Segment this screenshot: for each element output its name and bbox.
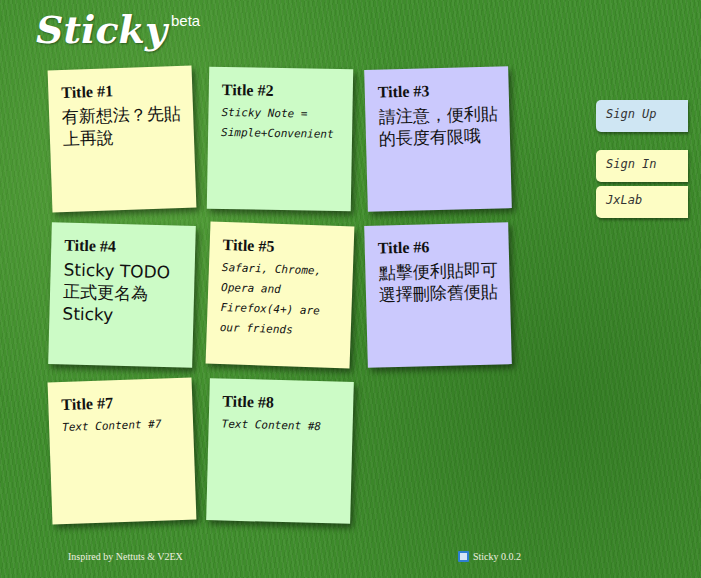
note-title: Title #5 xyxy=(222,236,342,258)
note-title: Title #8 xyxy=(222,392,341,413)
page: StickybetaTitle #1有新想法？先貼上再說Title #2Stic… xyxy=(0,0,701,578)
version-info: Sticky 0.0.2 xyxy=(458,551,521,562)
sticky-note[interactable]: Title #1有新想法？先貼上再說 xyxy=(48,66,197,213)
app-icon xyxy=(458,551,469,562)
side-menu: Sign Up Sign In JxLab xyxy=(596,100,688,218)
main: Title #1有新想法？先貼上再說Title #2Sticky Note = … xyxy=(0,60,701,522)
sticky-note[interactable]: Title #6點擊便利貼即可選擇刪除舊便貼 xyxy=(364,222,512,368)
note-title: Title #4 xyxy=(64,236,183,257)
note-title: Title #1 xyxy=(61,80,181,102)
header: Stickybeta xyxy=(0,0,701,60)
note-content: 請注意，便利貼的長度有限哦 xyxy=(378,102,498,149)
note-content: 有新想法？先貼上再說 xyxy=(62,102,182,150)
side-button[interactable]: JxLab xyxy=(596,186,688,218)
note-title: Title #3 xyxy=(378,80,497,101)
note-content: 點擊便利貼即可選擇刪除舊便貼 xyxy=(378,258,498,305)
footer: Inspired by Nettuts & V2EX Sticky 0.0.2 xyxy=(0,551,701,578)
sticky-note[interactable]: Title #2Sticky Note = Simple+Convenient xyxy=(207,67,353,211)
sticky-note[interactable]: Title #5Safari, Chrome, Opera and Firefo… xyxy=(206,222,355,369)
note-title: Title #6 xyxy=(378,236,497,257)
credit-text: Inspired by Nettuts & V2EX xyxy=(68,551,183,562)
sticky-note[interactable]: Title #8Text Content #8 xyxy=(206,378,354,524)
note-content: Sticky Note = Simple+Convenient xyxy=(221,103,341,145)
note-title: Title #2 xyxy=(222,81,341,101)
note-content: Sticky TODO正式更名為Sticky xyxy=(62,258,183,327)
side-button[interactable]: Sign Up xyxy=(596,100,688,132)
beta-badge: beta xyxy=(171,12,200,29)
sticky-note[interactable]: Title #4Sticky TODO正式更名為Sticky xyxy=(48,222,196,368)
note-title: Title #7 xyxy=(61,392,181,414)
note-content: Text Content #8 xyxy=(221,414,340,437)
notes-board: Title #1有新想法？先貼上再說Title #2Sticky Note = … xyxy=(50,68,510,522)
logo[interactable]: Sticky xyxy=(36,8,167,52)
sticky-note[interactable]: Title #7Text Content #7 xyxy=(48,378,197,525)
note-content: Safari, Chrome, Opera and Firefox(4+) ar… xyxy=(219,258,341,342)
side-button[interactable]: Sign In xyxy=(596,150,688,182)
note-content: Text Content #7 xyxy=(62,414,182,438)
sticky-note[interactable]: Title #3請注意，便利貼的長度有限哦 xyxy=(364,66,512,212)
